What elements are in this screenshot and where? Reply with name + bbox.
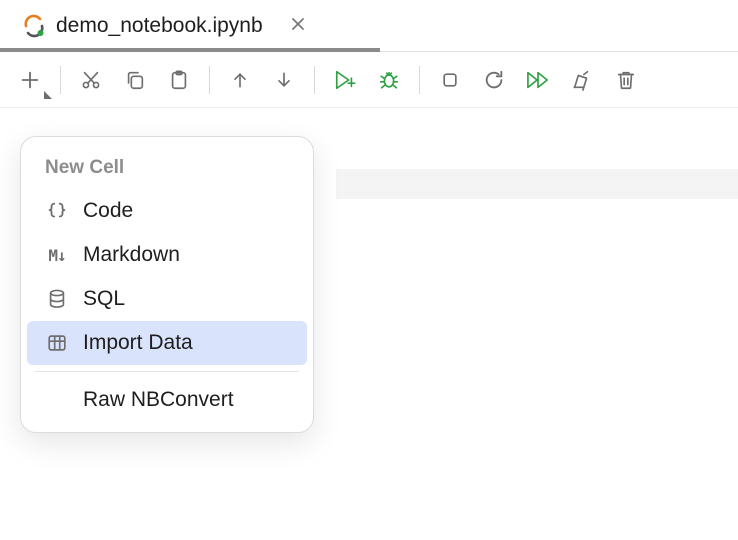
menu-item-label: Raw NBConvert [83,388,234,412]
menu-item-import-data[interactable]: Import Data [27,321,307,365]
move-down-button[interactable] [264,60,304,100]
new-cell-menu: New Cell Code M↓ Markdown SQL [20,136,314,433]
paste-button[interactable] [159,60,199,100]
run-cell-button[interactable] [325,60,365,100]
cell-area [336,169,738,199]
braces-icon [43,200,71,222]
menu-separator [35,371,299,372]
menu-item-sql[interactable]: SQL [27,277,307,321]
menu-item-raw-nbconvert[interactable]: Raw NBConvert [27,378,307,422]
markdown-icon: M↓ [43,246,71,265]
dropdown-triangle-icon [44,91,52,99]
menu-heading: New Cell [27,147,307,189]
clear-outputs-button[interactable] [562,60,602,100]
cut-button[interactable] [71,60,111,100]
debug-button[interactable] [369,60,409,100]
active-tab-indicator [0,48,380,52]
restart-button[interactable] [474,60,514,100]
interrupt-button[interactable] [430,60,470,100]
tab-bar: demo_notebook.ipynb [0,0,738,52]
menu-item-label: Code [83,199,133,223]
toolbar-separator [209,66,210,94]
toolbar-separator [314,66,315,94]
copy-button[interactable] [115,60,155,100]
database-icon [43,288,71,310]
notebook-tab[interactable]: demo_notebook.ipynb [0,0,323,51]
tab-filename: demo_notebook.ipynb [56,14,263,38]
toolbar-separator [419,66,420,94]
move-up-button[interactable] [220,60,260,100]
menu-item-code[interactable]: Code [27,189,307,233]
run-all-button[interactable] [518,60,558,100]
close-tab-button[interactable] [287,11,309,40]
delete-cell-button[interactable] [606,60,646,100]
menu-item-label: Import Data [83,331,193,355]
menu-item-markdown[interactable]: M↓ Markdown [27,233,307,277]
notebook-file-icon [22,14,46,38]
add-cell-button[interactable] [10,60,50,100]
menu-item-label: Markdown [83,243,180,267]
table-icon [43,332,71,354]
notebook-toolbar [0,52,738,108]
menu-item-label: SQL [83,287,125,311]
toolbar-separator [60,66,61,94]
